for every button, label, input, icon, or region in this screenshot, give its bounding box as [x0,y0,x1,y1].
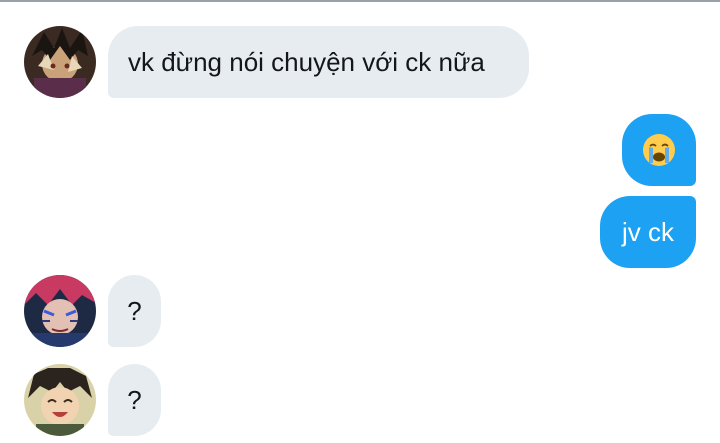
sender-avatar-2[interactable] [24,275,96,347]
sender-avatar-3[interactable] [24,364,96,436]
avatar-smiling-boy-icon [24,364,96,436]
message-text-5: ? [127,385,142,415]
sent-message-bubble-emoji[interactable] [622,114,696,186]
dm-conversation: vk đừng nói chuyện với ck nữa jv ck ? ? [0,0,720,443]
received-message-bubble-2[interactable]: ? [108,275,161,347]
message-text-4: ? [127,296,142,326]
message-text-3: jv ck [622,217,674,247]
crying-face-emoji-icon [643,134,675,166]
message-text-1: vk đừng nói chuyện với ck nữa [128,47,485,77]
sender-avatar-1[interactable] [24,26,96,98]
avatar-dark-hair-icon [24,26,96,98]
sent-message-bubble-2[interactable]: jv ck [600,196,696,268]
avatar-pink-hair-icon [24,275,96,347]
received-message-bubble-1[interactable]: vk đừng nói chuyện với ck nữa [108,26,529,98]
received-message-bubble-3[interactable]: ? [108,364,161,436]
